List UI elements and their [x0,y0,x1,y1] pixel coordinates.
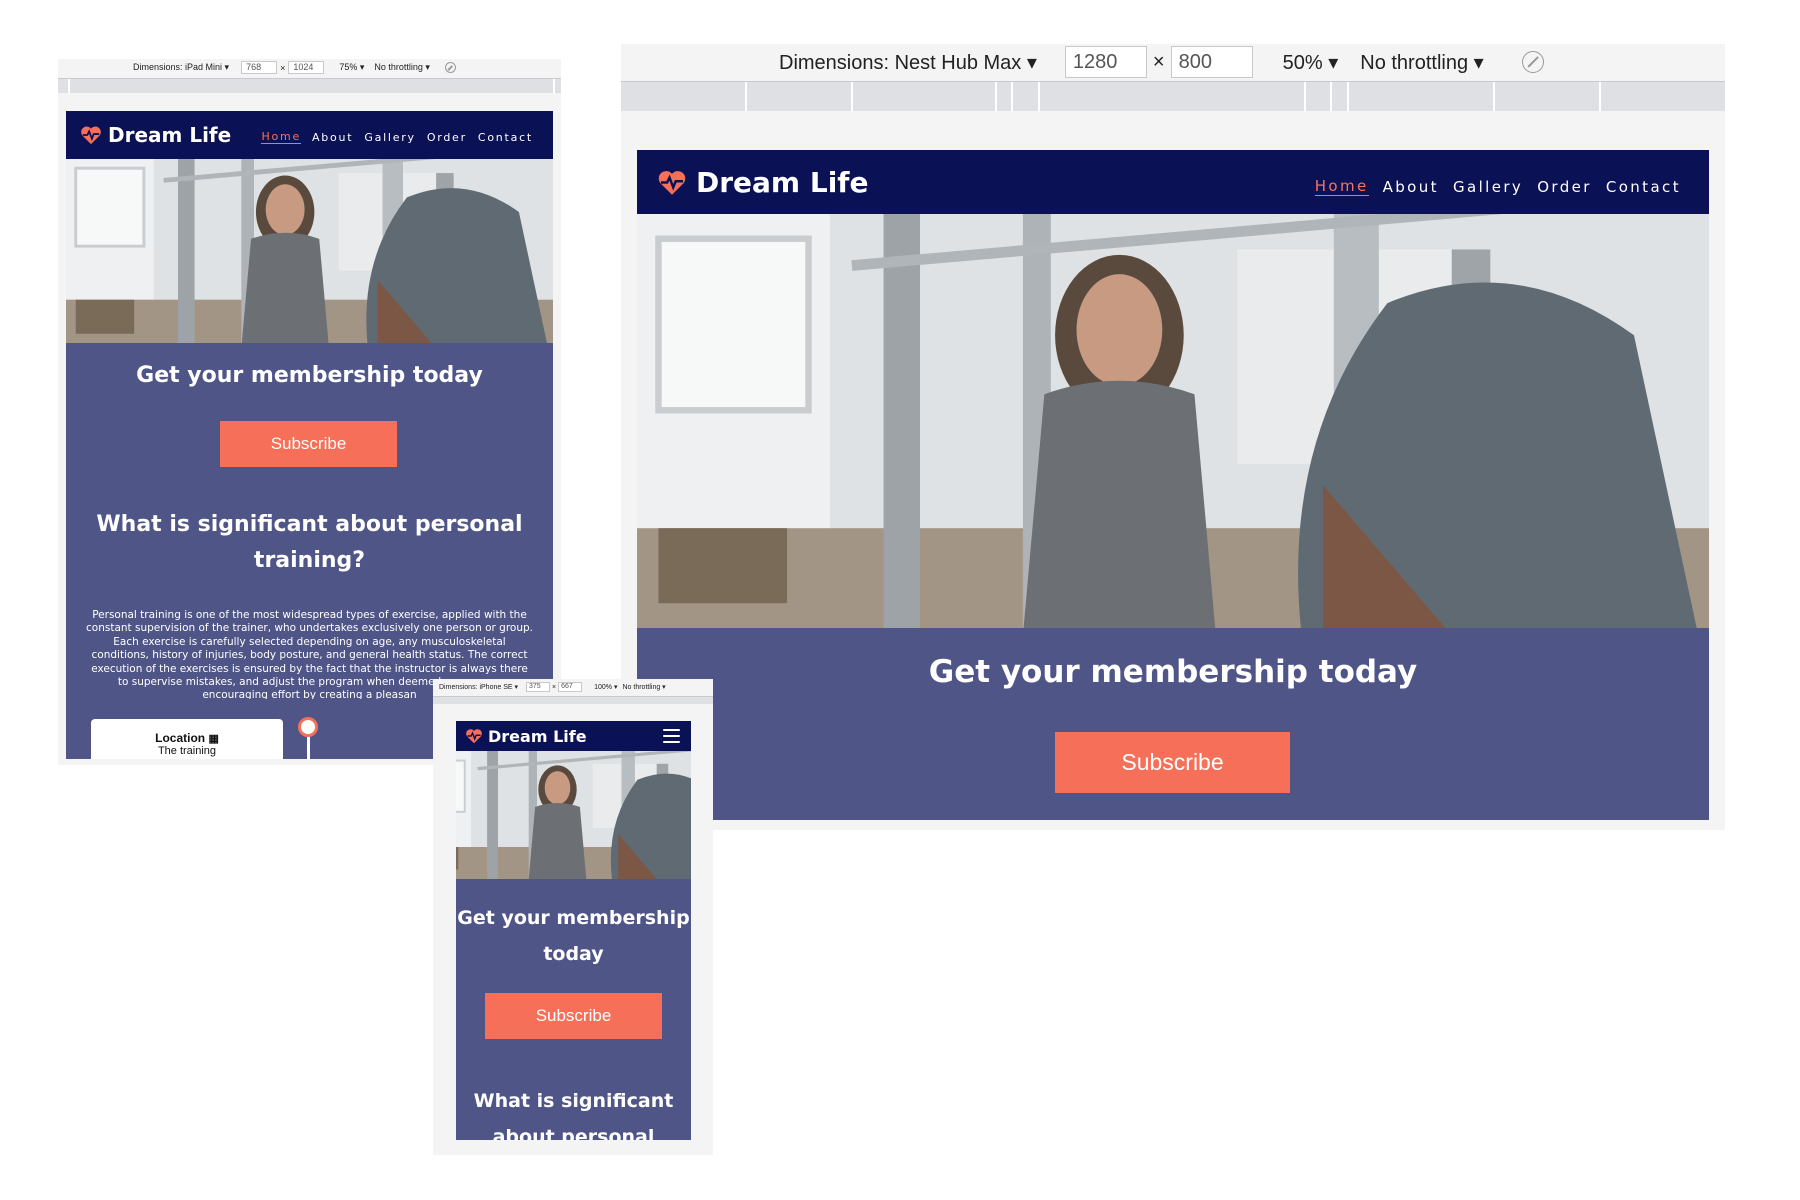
hero-image [456,751,691,879]
throttling-select[interactable]: No throttling ▾ [374,62,430,73]
devtools-toolbar: Dimensions: Nest Hub Max ▾ 1280 × 800 50… [621,44,1725,80]
height-value: 800 [1178,51,1212,73]
media-query-ruler [621,81,1725,111]
times-sign: × [552,683,557,691]
zoom-select[interactable]: 100% ▾ [594,683,617,691]
device-frame-iphone-se: Dimensions: iPhone SE ▾ 375 × 667 100% ▾… [433,679,713,1155]
height-input[interactable]: 800 [1170,46,1253,78]
site-header: Dream Life [456,721,691,751]
media-query-ruler [58,78,561,93]
zoom-select[interactable]: 75% ▾ [339,62,364,73]
location-card: Location ▦ The training [91,719,283,759]
gym-photo [637,214,1709,628]
nav-order[interactable]: Order [1537,178,1592,196]
location-subtitle: The training [157,745,217,757]
times-sign: × [280,62,286,73]
device-frame-ipad-mini: Dimensions: iPad Mini ▾ 768 × 1024 75% ▾… [58,59,561,765]
throttling-value: No throttling [1360,51,1469,74]
device-select[interactable]: Dimensions: iPhone SE ▾ [439,683,518,691]
rotate-icon[interactable] [444,62,456,73]
nav-about[interactable]: About [312,131,353,144]
subscribe-button[interactable]: Subscribe [220,421,397,467]
zoom-value: 75% [339,62,358,72]
throttling-select[interactable]: No throttling ▾ [1360,50,1483,75]
main-nav: Home About Gallery Order Contact [261,130,533,144]
brand-logo[interactable]: Dream Life [657,166,868,199]
throttling-value: No throttling [622,684,661,691]
nav-contact[interactable]: Contact [478,131,533,144]
throttling-select[interactable]: No throttling ▾ [622,683,665,691]
device-select[interactable]: Dimensions: iPad Mini ▾ [133,62,229,73]
timeline-line [307,736,310,759]
membership-heading: Get your membership today [136,363,483,388]
times-sign: × [1152,50,1165,73]
nav-home[interactable]: Home [1314,177,1369,196]
membership-heading: Get your membership today [928,654,1418,690]
heart-pulse-icon [81,126,101,145]
nest-hub-viewport: Dream Life Home About Gallery Order Cont… [637,150,1709,820]
brand-name: Dream Life [108,123,232,147]
gym-photo [456,751,691,879]
nav-gallery[interactable]: Gallery [1453,178,1523,196]
hamburger-menu-icon[interactable] [663,729,680,743]
height-value: 667 [561,683,573,690]
timeline-dot [298,717,318,737]
device-select[interactable]: Dimensions: Nest Hub Max ▾ [779,50,1037,75]
height-input[interactable]: 667 [558,682,583,692]
brand-logo[interactable]: Dream Life [80,123,231,147]
brand-logo[interactable]: Dream Life [465,727,587,746]
map-icon: ▦ [208,733,219,745]
width-value: 375 [529,683,541,690]
device-label: Dimensions: iPhone SE [439,684,513,691]
width-input[interactable]: 375 [526,682,551,692]
devtools-toolbar: Dimensions: iPad Mini ▾ 768 × 1024 75% ▾… [58,59,561,76]
width-value: 1280 [1072,51,1118,73]
hero-image [637,214,1709,628]
gym-photo [66,159,553,343]
zoom-value: 50% [1282,51,1323,74]
section-heading: What is significant about personal [473,1090,674,1140]
main-nav: Home About Gallery Order Contact [1314,177,1681,196]
zoom-value: 100% [594,684,613,691]
iphone-viewport: Dream Life Get your membership today Sub… [456,721,691,1140]
nav-about[interactable]: About [1383,178,1439,196]
heart-pulse-icon [658,170,686,195]
section-heading: What is significant about personal train… [96,512,523,573]
zoom-select[interactable]: 50% ▾ [1283,50,1339,75]
ipad-viewport: Dream Life Home About Gallery Order Cont… [66,111,553,759]
height-input[interactable]: 1024 [288,61,325,74]
nav-home[interactable]: Home [261,130,301,144]
throttling-value: No throttling [374,62,423,72]
nav-contact[interactable]: Contact [1606,178,1681,196]
site-header: Dream Life Home About Gallery Order Cont… [66,111,553,159]
hero-image [66,159,553,343]
nav-gallery[interactable]: Gallery [364,131,416,144]
heart-pulse-icon [466,729,482,744]
media-query-ruler [433,696,713,704]
width-value: 768 [246,62,262,72]
brand-name: Dream Life [696,165,869,199]
width-input[interactable]: 1280 [1064,46,1147,78]
height-value: 1024 [293,62,314,72]
width-input[interactable]: 768 [241,61,278,74]
brand-name: Dream Life [488,726,587,746]
devtools-toolbar: Dimensions: iPhone SE ▾ 375 × 667 100% ▾… [433,679,713,695]
nav-order[interactable]: Order [427,131,467,144]
location-title: Location [155,731,206,745]
subscribe-button[interactable]: Subscribe [485,993,662,1039]
device-frame-nest-hub-max: Dimensions: Nest Hub Max ▾ 1280 × 800 50… [621,44,1725,830]
device-label: Dimensions: Nest Hub Max [779,51,1022,74]
device-label: Dimensions: iPad Mini [133,62,223,72]
subscribe-button[interactable]: Subscribe [1055,732,1290,793]
rotate-icon[interactable] [1521,51,1544,73]
site-header: Dream Life Home About Gallery Order Cont… [637,150,1709,214]
membership-heading: Get your membership today [457,907,690,965]
